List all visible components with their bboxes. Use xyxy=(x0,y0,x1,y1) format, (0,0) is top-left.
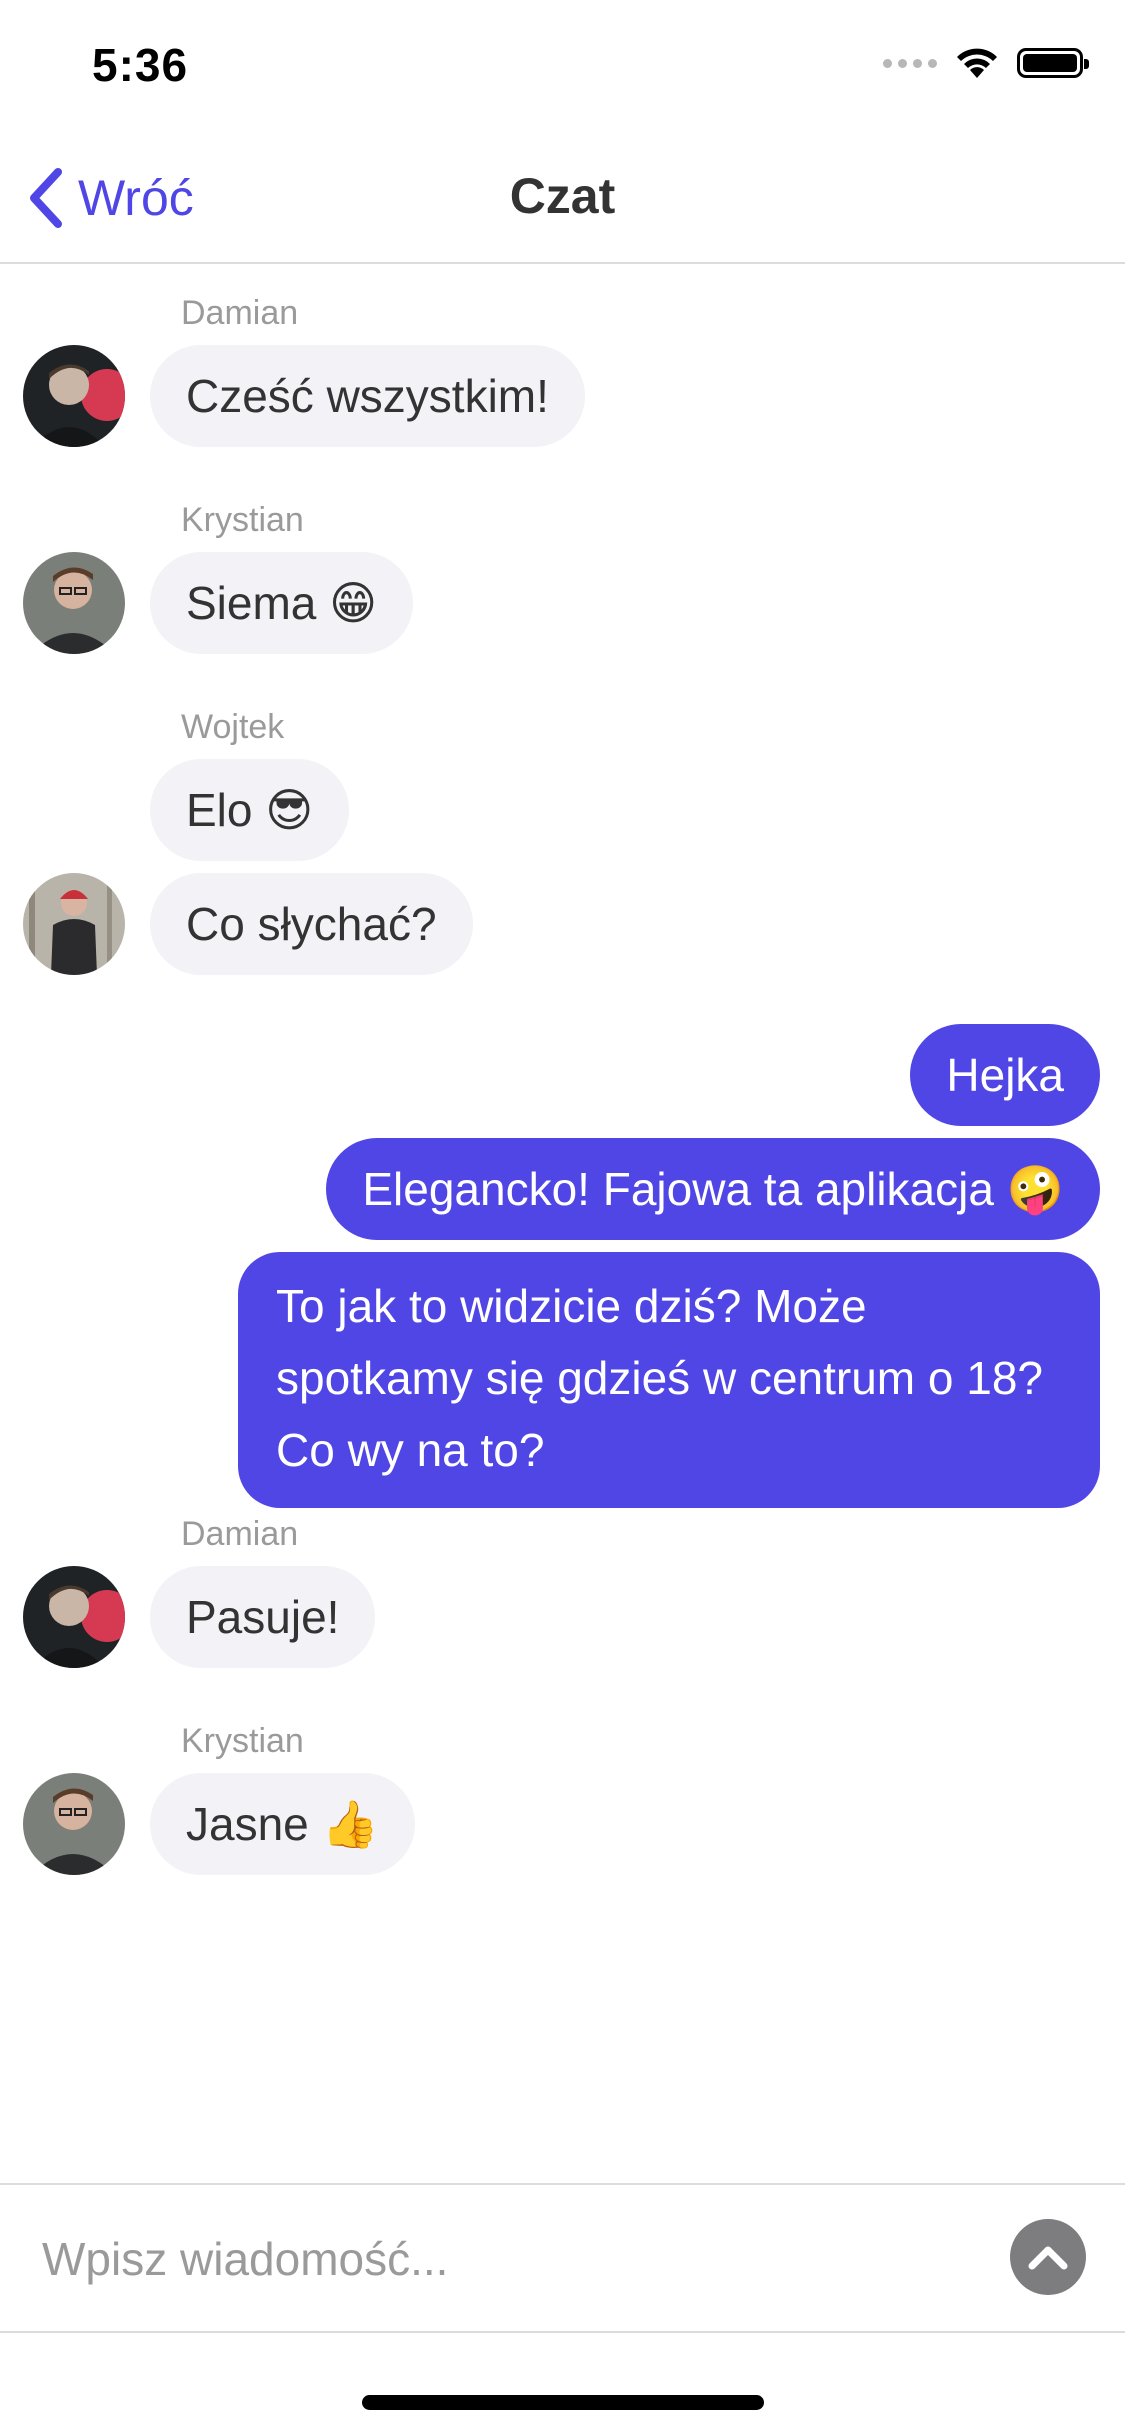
sender-name: Krystian xyxy=(181,501,304,539)
avatar-krystian xyxy=(23,552,125,654)
message-bubble-incoming[interactable]: Jasne 👍 xyxy=(150,1773,415,1875)
status-time: 5:36 xyxy=(92,39,189,91)
sender-name: Krystian xyxy=(181,1722,304,1760)
chevron-up-icon xyxy=(1028,2246,1068,2270)
message-bubble-outgoing[interactable]: To jak to widzicie dziś? Może spotkamy s… xyxy=(238,1252,1100,1508)
message-bubble-incoming[interactable]: Pasuje! xyxy=(150,1566,376,1668)
avatar-krystian xyxy=(23,1773,125,1875)
message-composer xyxy=(0,2183,1125,2333)
sender-name: Damian xyxy=(181,1515,299,1553)
avatar-damian xyxy=(23,1566,125,1668)
page-title: Czat xyxy=(509,168,616,224)
send-button[interactable] xyxy=(1010,2219,1086,2295)
message-input[interactable] xyxy=(40,2213,944,2305)
message-bubble-incoming[interactable]: Cześć wszystkim! xyxy=(150,345,585,447)
message-list[interactable]: Damian Cześć wszystkim! Krystian Siema 😁… xyxy=(0,264,1125,2184)
status-bar: 5:36 xyxy=(0,0,1125,135)
wifi-icon xyxy=(957,48,997,78)
battery-icon xyxy=(1017,48,1089,78)
message-bubble-outgoing[interactable]: Elegancko! Fajowa ta aplikacja 🤪 xyxy=(326,1138,1100,1240)
message-bubble-incoming[interactable]: Co słychać? xyxy=(150,873,473,975)
avatar-wojtek xyxy=(23,873,125,975)
navigation-bar: Wróć Czat xyxy=(0,135,1125,264)
home-indicator[interactable] xyxy=(362,2395,764,2410)
signal-icon xyxy=(883,58,937,68)
message-bubble-incoming[interactable]: Siema 😁 xyxy=(150,552,414,654)
avatar-damian xyxy=(23,345,125,447)
message-bubble-incoming[interactable]: Elo 😎 xyxy=(150,759,350,861)
sender-name: Damian xyxy=(181,294,299,332)
sender-name: Wojtek xyxy=(181,708,285,746)
status-icons xyxy=(883,46,1089,80)
message-bubble-outgoing[interactable]: Hejka xyxy=(910,1024,1100,1126)
